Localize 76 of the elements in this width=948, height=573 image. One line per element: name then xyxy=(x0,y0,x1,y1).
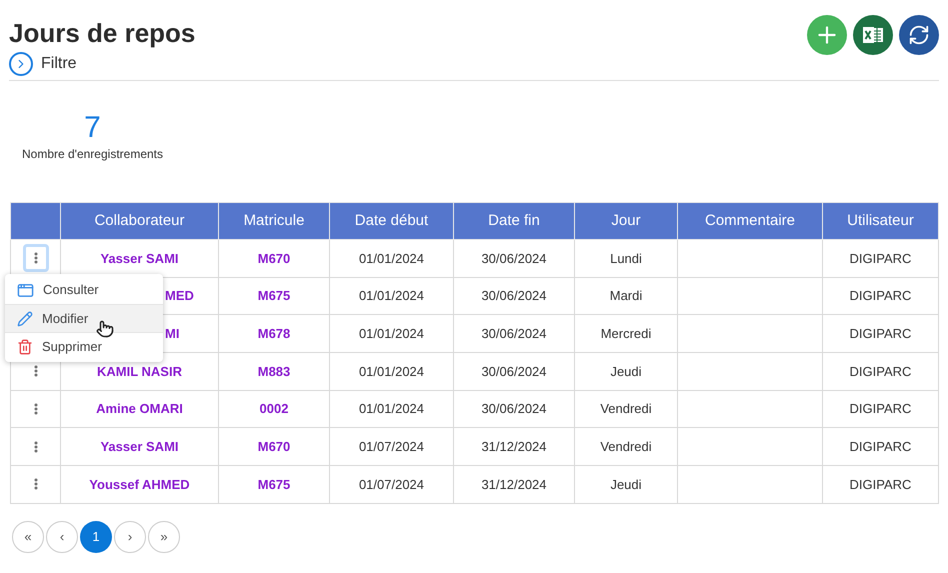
id-cell: M670 xyxy=(258,250,290,266)
column-header: Date début xyxy=(330,202,454,240)
end-date-cell: 31/12/2024 xyxy=(481,476,547,492)
user-cell: DIGIPARC xyxy=(850,326,912,341)
end-date-cell: 30/06/2024 xyxy=(481,250,547,266)
day-cell: Vendredi xyxy=(600,401,652,416)
refresh-button[interactable] xyxy=(899,15,939,55)
page-button[interactable]: › xyxy=(114,520,146,553)
id-cell: M678 xyxy=(258,326,290,341)
id-cell: M675 xyxy=(258,288,290,304)
end-date-cell: 30/06/2024 xyxy=(481,364,547,379)
start-date-cell: 01/01/2024 xyxy=(358,401,424,416)
end-date-cell: 30/06/2024 xyxy=(481,326,547,341)
start-date-cell: 01/07/2024 xyxy=(358,476,424,492)
id-cell: M675 xyxy=(258,476,290,492)
column-header: Commentaire xyxy=(678,202,822,240)
hand-cursor-icon xyxy=(96,320,114,338)
column-header: Jour xyxy=(574,202,678,240)
record-count: 7 xyxy=(84,111,101,145)
day-cell: Lundi xyxy=(610,250,642,266)
page-button[interactable]: « xyxy=(12,520,44,553)
filter-toggle[interactable]: Filtre xyxy=(9,52,77,76)
menu-item[interactable]: Modifier xyxy=(5,304,163,332)
column-header: Collaborateur xyxy=(60,202,218,240)
column-header: Utilisateur xyxy=(822,202,938,240)
day-cell: Jeudi xyxy=(610,364,642,379)
id-cell: M670 xyxy=(258,439,290,454)
start-date-cell: 01/01/2024 xyxy=(358,364,424,379)
kebab-icon xyxy=(34,252,38,264)
user-cell: DIGIPARC xyxy=(850,439,912,454)
user-cell: DIGIPARC xyxy=(850,250,912,266)
spreadsheet-icon xyxy=(862,26,884,44)
page-button[interactable]: » xyxy=(148,520,180,553)
page-title: Jours de repos xyxy=(9,17,196,50)
collaborator-cell: MED xyxy=(165,288,194,304)
kebab-icon xyxy=(34,440,38,453)
start-date-cell: 01/01/2024 xyxy=(358,288,424,304)
user-cell: DIGIPARC xyxy=(850,288,912,304)
column-header xyxy=(10,202,60,240)
row-actions-button[interactable] xyxy=(22,244,48,272)
excel-button[interactable] xyxy=(853,15,893,55)
kebab-icon xyxy=(34,365,38,378)
day-cell: Mercredi xyxy=(600,326,652,341)
end-date-cell: 31/12/2024 xyxy=(481,439,547,454)
column-header: Matricule xyxy=(218,202,330,240)
id-cell: 0002 xyxy=(260,401,288,416)
start-date-cell: 01/01/2024 xyxy=(358,250,424,266)
collaborator-cell: Youssef AHMED xyxy=(89,476,190,492)
column-header: Date fin xyxy=(454,202,574,240)
kebab-icon xyxy=(34,403,38,416)
end-date-cell: 30/06/2024 xyxy=(481,401,547,416)
day-cell: Jeudi xyxy=(610,476,642,492)
start-date-cell: 01/01/2024 xyxy=(358,326,424,341)
collaborator-cell: Yasser SAMI xyxy=(100,439,179,454)
trash-icon xyxy=(17,338,33,354)
page-button[interactable]: ‹ xyxy=(46,520,78,553)
collaborator-cell: Yasser SAMI xyxy=(100,250,179,266)
menu-item[interactable]: Consulter xyxy=(5,276,163,304)
window-icon xyxy=(17,282,34,298)
collaborator-cell: MI xyxy=(165,326,180,341)
user-cell: DIGIPARC xyxy=(850,364,912,379)
user-cell: DIGIPARC xyxy=(850,476,912,492)
start-date-cell: 01/07/2024 xyxy=(358,439,424,454)
end-date-cell: 30/06/2024 xyxy=(481,288,547,304)
collaborator-cell: KAMIL NASIR xyxy=(97,364,182,379)
id-cell: M883 xyxy=(258,364,290,379)
record-count-label: Nombre d'enregistrements xyxy=(22,146,164,163)
day-cell: Vendredi xyxy=(600,439,652,454)
day-cell: Mardi xyxy=(610,288,642,304)
add-button[interactable] xyxy=(807,15,847,55)
kebab-icon xyxy=(34,478,38,490)
page-button[interactable]: 1 xyxy=(80,520,112,553)
refresh-icon xyxy=(908,24,930,46)
user-cell: DIGIPARC xyxy=(850,401,912,416)
pencil-icon xyxy=(17,310,33,326)
collaborator-cell: Amine OMARI xyxy=(96,401,183,416)
